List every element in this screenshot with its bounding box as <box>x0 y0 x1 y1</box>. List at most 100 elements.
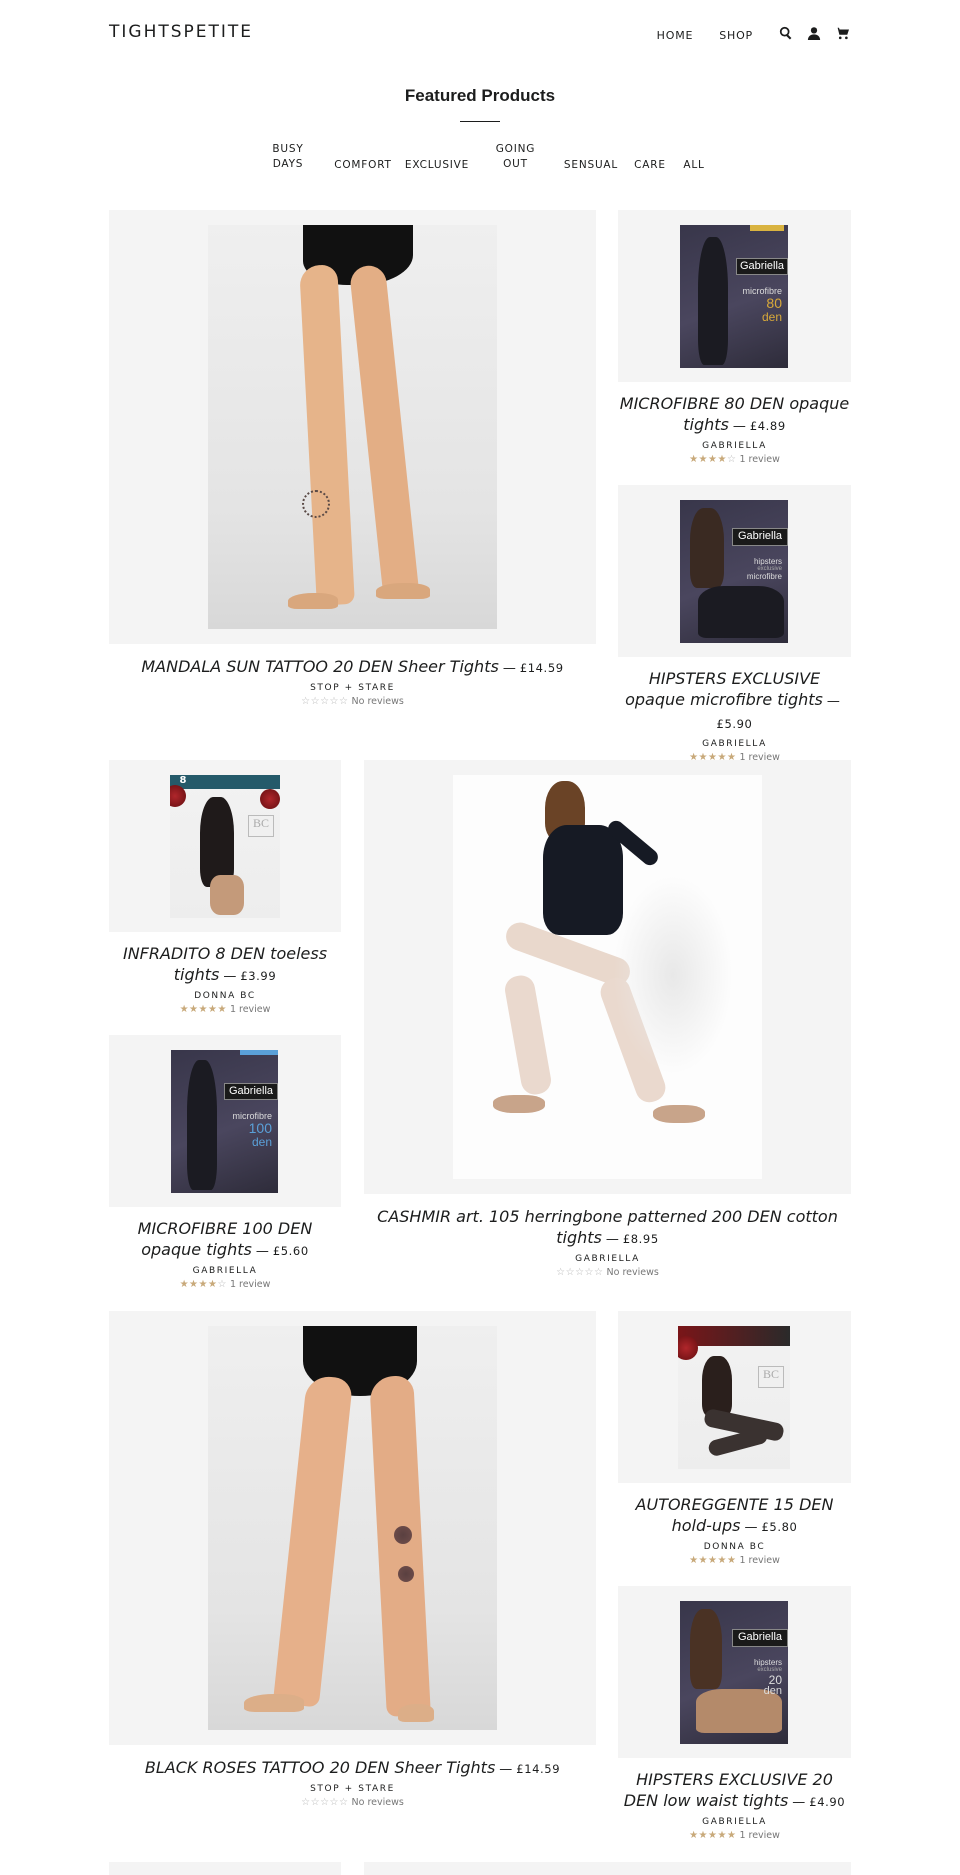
product-info: MICROFIBRE 100 DEN opaque tights — £5.60 G… <box>109 1218 341 1290</box>
product-image[interactable]: BC <box>618 1311 851 1483</box>
rating-text: 1 review <box>229 1004 271 1015</box>
brand-label: Gabriella <box>736 258 788 275</box>
filter-comfort[interactable]: COMFORT <box>333 158 393 173</box>
product-image[interactable] <box>364 760 851 1194</box>
filter-label: GOING <box>495 143 536 155</box>
stars-empty: ☆☆☆☆☆ <box>301 1797 349 1808</box>
product-title[interactable]: MICROFIBRE 80 DEN opaque tights — £4.89 <box>618 393 851 437</box>
product-title[interactable]: MICROFIBRE 100 DEN opaque tights — £5.60 <box>109 1218 341 1262</box>
product-vendor: GABRIELLA <box>192 1266 258 1276</box>
cart-icon[interactable] <box>833 24 851 42</box>
product-image[interactable] <box>109 1311 596 1745</box>
filter-sensual[interactable]: SENSUAL <box>559 158 623 173</box>
product-card[interactable]: Gabriella microfibre 80 den MICROFIBRE 8… <box>618 210 851 475</box>
product-vendor: GABRIELLA <box>575 1254 640 1264</box>
rating-text: No reviews <box>606 1267 659 1278</box>
leg-shape <box>272 1374 354 1708</box>
stars-empty: ☆ <box>217 1279 227 1290</box>
pack-text: microfibre 80 den <box>742 286 782 325</box>
pack-line: hipsters <box>753 557 782 566</box>
title-separator: — <box>502 661 516 676</box>
product-card[interactable]: 8 BC INFRADITO 8 DEN toeless tights — £3.9… <box>109 760 341 1025</box>
product-price: £4.89 <box>749 419 786 433</box>
next-product-image[interactable] <box>364 1862 851 1875</box>
product-rating: ☆☆☆☆☆ No reviews <box>109 1797 596 1808</box>
search-icon[interactable] <box>777 24 795 42</box>
stars-filled: ★★★★ <box>179 1279 218 1290</box>
filter-label: OUT <box>503 158 528 170</box>
product-photo: Gabriella hipsters exclusive microfibre <box>680 500 788 643</box>
model-silhouette <box>187 1060 217 1190</box>
rating-stars: ☆☆☆☆☆ <box>556 1267 603 1278</box>
filter-going-out[interactable]: GOING OUT <box>493 142 538 172</box>
model-silhouette <box>698 237 728 365</box>
product-title[interactable]: HIPSTERS EXCLUSIVE opaque microfibre tig… <box>618 668 851 735</box>
product-card[interactable]: CASHMIR art. 105 herringbone patterned 2… <box>364 760 851 1280</box>
filter-exclusive[interactable]: EXCLUSIVE <box>402 158 472 173</box>
product-vendor: GABRIELLA <box>702 441 767 451</box>
filter-label: ALL <box>683 159 705 171</box>
pack-line: microfibre <box>746 571 782 581</box>
product-info: AUTOREGGENTE 15 DEN hold-ups — £5.80 DONNA… <box>618 1494 851 1566</box>
stars-filled: ★★★★★ <box>689 1830 737 1841</box>
rating-stars: ☆☆☆☆☆ <box>301 696 348 707</box>
filter-care[interactable]: CARE <box>632 158 668 173</box>
nav-shop-link[interactable]: SHOP <box>719 25 753 42</box>
rating-text: 1 review <box>229 1279 271 1290</box>
site-logo[interactable]: TIGHTSPETITE <box>109 22 253 42</box>
product-title[interactable]: BLACK ROSES TATTOO 20 DEN Sheer Tights — £… <box>109 1757 596 1780</box>
brand-logo: BC <box>248 815 274 837</box>
product-vendor: GABRIELLA <box>702 739 767 749</box>
product-info: HIPSTERS EXCLUSIVE 20 DEN low waist tigh… <box>618 1769 851 1841</box>
product-card[interactable]: MANDALA SUN TATTOO 20 DEN Sheer Tights — £… <box>109 210 596 722</box>
product-price: £3.99 <box>240 969 277 983</box>
product-image[interactable]: 8 BC <box>109 760 341 932</box>
product-image[interactable]: Gabriella microfibre 100 den <box>109 1035 341 1207</box>
product-price: £14.59 <box>519 661 564 675</box>
model-silhouette <box>690 508 724 588</box>
product-card[interactable]: BC AUTOREGGENTE 15 DEN hold-ups — £5.80 DO… <box>618 1311 851 1576</box>
product-title[interactable]: AUTOREGGENTE 15 DEN hold-ups — £5.80 <box>618 1494 851 1538</box>
product-title[interactable]: MANDALA SUN TATTOO 20 DEN Sheer Tights — £… <box>109 656 596 679</box>
filter-all[interactable]: ALL <box>679 158 709 173</box>
title-text: AUTOREGGENTE 15 DEN hold-ups <box>635 1495 834 1535</box>
product-photo: Gabriella microfibre 80 den <box>680 225 788 368</box>
stars-empty: ☆☆☆☆☆ <box>301 696 349 707</box>
product-image[interactable]: Gabriella hipsters exclusive 20 den <box>618 1586 851 1758</box>
stars-filled: ★★★★★ <box>179 1004 227 1015</box>
product-card[interactable]: Gabriella hipsters exclusive microfibre … <box>618 485 851 763</box>
nav-home-link[interactable]: HOME <box>657 25 694 42</box>
product-card[interactable]: BLACK ROSES TATTOO 20 DEN Sheer Tights — £… <box>109 1311 596 1823</box>
product-image[interactable]: Gabriella microfibre 80 den <box>618 210 851 382</box>
product-rating: ☆☆☆☆☆ No reviews <box>109 696 596 707</box>
product-title[interactable]: HIPSTERS EXCLUSIVE 20 DEN low waist tigh… <box>618 1769 851 1813</box>
shoe-shape <box>493 1095 545 1113</box>
shadow-shape <box>613 875 733 1075</box>
product-image[interactable] <box>109 210 596 644</box>
pack-line: den <box>761 310 782 325</box>
title-separator: — <box>744 1520 758 1535</box>
next-product-image[interactable] <box>109 1862 341 1875</box>
product-info: INFRADITO 8 DEN toeless tights — £3.99 DON… <box>109 943 341 1015</box>
leg-shape <box>210 875 244 915</box>
filter-label: BUSY <box>272 143 304 155</box>
product-card[interactable]: Gabriella hipsters exclusive 20 den HIPS… <box>618 1586 851 1851</box>
rose-decoration <box>170 785 186 807</box>
filter-label: EXCLUSIVE <box>404 159 470 171</box>
product-image[interactable]: Gabriella hipsters exclusive microfibre <box>618 485 851 657</box>
product-title[interactable]: CASHMIR art. 105 herringbone patterned 2… <box>364 1206 851 1250</box>
rose-decoration <box>260 789 280 809</box>
product-photo <box>208 1326 497 1730</box>
product-title[interactable]: INFRADITO 8 DEN toeless tights — £3.99 <box>109 943 341 987</box>
title-separator: — <box>223 969 237 984</box>
filter-label: CARE <box>634 159 666 171</box>
account-icon[interactable] <box>805 24 823 42</box>
product-card[interactable]: Gabriella microfibre 100 den MICROFIBRE … <box>109 1035 341 1300</box>
pack-text: hipsters exclusive microfibre <box>746 557 782 581</box>
filter-busy-days[interactable]: BUSY DAYS <box>268 142 308 172</box>
product-rating: ★★★★★ 1 review <box>618 1555 851 1566</box>
filter-label: SENSUAL <box>563 159 619 171</box>
jacket-shape <box>543 825 623 935</box>
product-rating: ★★★★★ 1 review <box>109 1004 341 1015</box>
rating-stars: ☆☆☆☆☆ <box>301 1797 348 1808</box>
